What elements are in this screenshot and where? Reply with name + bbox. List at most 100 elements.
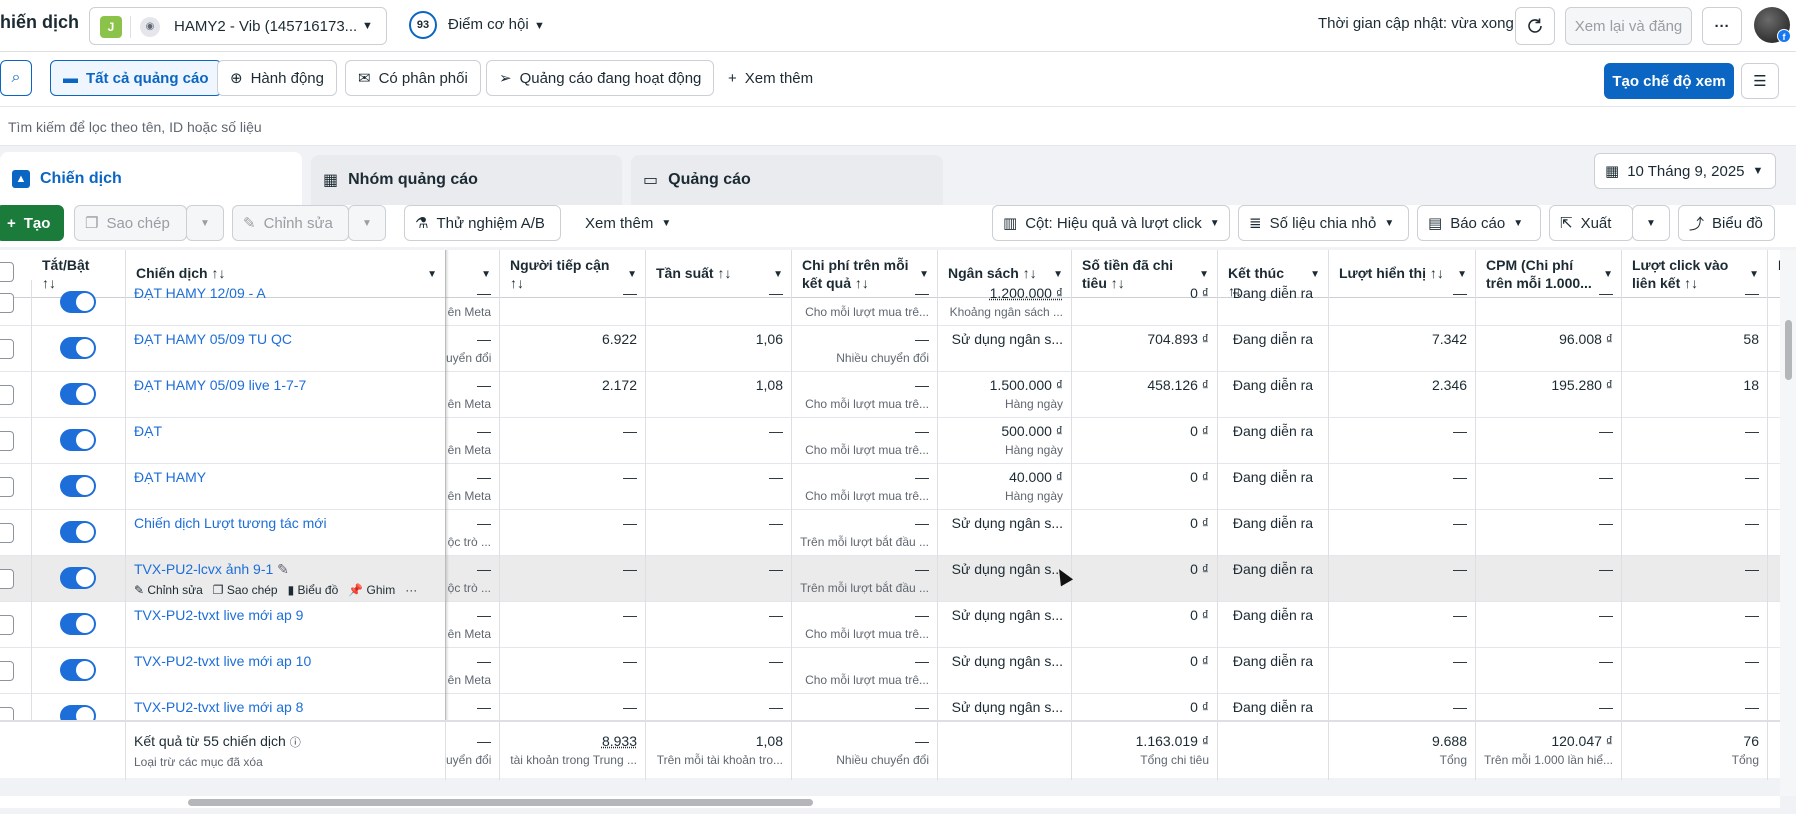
- vertical-scrollbar[interactable]: [1780, 250, 1796, 796]
- date-range-picker[interactable]: ▦ 10 Tháng 9, 2025 ▼: [1594, 153, 1776, 189]
- campaign-name-link[interactable]: ĐẠT HAMY 12/09 - A: [134, 284, 437, 302]
- columns-button[interactable]: ▥ Cột: Hiệu quả và lượt click ▼: [992, 205, 1230, 241]
- campaign-name-link[interactable]: ĐẠT HAMY 05/09 live 1-7-7: [134, 376, 437, 394]
- totals-budget: [938, 722, 1072, 780]
- charts-button[interactable]: ⤴ Biểu đồ: [1678, 205, 1775, 241]
- duplicate-button[interactable]: ❐ Sao chép: [74, 205, 187, 241]
- cell-ends: Đang diễn ra: [1218, 694, 1329, 720]
- table-row[interactable]: Chiến dịch Lượt tương tác mới — ộc trò ...…: [0, 510, 1780, 556]
- filter-all-ads[interactable]: ▬ Tất cả quảng cáo: [50, 60, 222, 96]
- row-checkbox[interactable]: [0, 523, 14, 543]
- tab-campaigns[interactable]: ▲ Chiến dịch: [0, 152, 302, 205]
- view-settings-button[interactable]: ☰: [1741, 63, 1779, 99]
- row-checkbox[interactable]: [0, 293, 14, 313]
- campaign-toggle[interactable]: [60, 429, 96, 451]
- row-checkbox[interactable]: [0, 385, 14, 405]
- table-row[interactable]: ĐẠT HAMY 12/09 - A — ên Meta — — — Cho mỗi lượ…: [0, 280, 1780, 326]
- campaign-name-link[interactable]: TVX-PU2-tvxt live mới ap 8: [134, 698, 437, 716]
- table-row[interactable]: TVX-PU2-tvxt live mới ap 9 — ên Meta — — — Cho…: [0, 602, 1780, 648]
- campaigns-table: Tắt/Bật ↑↓ Chiến dịch ↑↓ ▼ ▼ Người tiếp c…: [0, 250, 1780, 720]
- table-row[interactable]: TVX-PU2-tvxt live mới ap 10 — ên Meta — — — Ch…: [0, 648, 1780, 694]
- tab-ad-sets[interactable]: ▦ Nhóm quảng cáo: [311, 155, 622, 205]
- review-publish-button[interactable]: Xem lại và đăng: [1565, 7, 1692, 45]
- edit-button[interactable]: ✎ Chỉnh sửa: [232, 205, 349, 241]
- select-all-checkbox[interactable]: [0, 262, 14, 282]
- create-button[interactable]: + Tạo: [0, 205, 64, 241]
- campaign-toggle[interactable]: [60, 291, 96, 313]
- horizontal-scroll-thumb[interactable]: [188, 799, 813, 806]
- export-dropdown[interactable]: ▼: [1632, 205, 1670, 241]
- opportunity-score-badge[interactable]: 93: [409, 11, 437, 39]
- more-options-button[interactable]: ···: [1702, 7, 1742, 45]
- row-checkbox[interactable]: [0, 707, 14, 720]
- search-input[interactable]: [8, 115, 1708, 139]
- campaign-toggle[interactable]: [60, 475, 96, 497]
- campaign-name-link[interactable]: ĐẠT HAMY: [134, 468, 437, 486]
- export-button[interactable]: ⇱ Xuất: [1549, 205, 1633, 241]
- cell-frequency: —: [646, 418, 792, 464]
- campaign-toggle[interactable]: [60, 337, 96, 359]
- totals-spent: 1.163.019 ₫ Tổng chi tiêu: [1072, 722, 1218, 780]
- campaign-toggle[interactable]: [60, 567, 96, 589]
- campaign-name-link[interactable]: Chiến dịch Lượt tương tác mới: [134, 514, 437, 532]
- cell-cost-per-result-sub: Trên mỗi lượt bắt đầu ...: [800, 535, 929, 549]
- campaign-toggle[interactable]: [60, 705, 96, 720]
- vertical-scroll-thumb[interactable]: [1785, 320, 1792, 380]
- horizontal-scrollbar[interactable]: [0, 796, 1780, 808]
- breakdown-label: Số liệu chia nhỏ: [1269, 214, 1377, 232]
- table-row[interactable]: ĐẠT HAMY 05/09 live 1-7-7 — ên Meta 2.172 1,…: [0, 372, 1780, 418]
- cell-budget: 500.000 ₫ Hàng ngày: [938, 418, 1072, 464]
- row-pin-action[interactable]: 📌 Ghim: [348, 583, 395, 597]
- table-row[interactable]: TVX-PU2-tvxt live mới ap 8 — — — — Sử dụng ng…: [0, 694, 1780, 720]
- row-duplicate-action[interactable]: ❐ Sao chép: [213, 583, 278, 597]
- info-icon[interactable]: ⓘ: [290, 737, 301, 749]
- campaign-name-link[interactable]: ĐẠT HAMY 05/09 TU QC: [134, 330, 437, 348]
- table-row[interactable]: ĐẠT HAMY — ên Meta — — — Cho mỗi lượt mua trê.…: [0, 464, 1780, 510]
- row-checkbox[interactable]: [0, 431, 14, 451]
- ab-test-button[interactable]: ⚗ Thử nghiệm A/B: [404, 205, 561, 241]
- row-checkbox[interactable]: [0, 477, 14, 497]
- tab-ads[interactable]: ▭ Quảng cáo: [631, 155, 943, 205]
- campaign-name-link[interactable]: TVX-PU2-lcvx ảnh 9-1 ✎: [134, 560, 437, 578]
- campaign-name-link[interactable]: TVX-PU2-tvxt live mới ap 9: [134, 606, 437, 624]
- cell-amount-spent: 0 ₫: [1072, 694, 1218, 720]
- table-row[interactable]: TVX-PU2-lcvx ảnh 9-1 ✎ ✎ Chỉnh sửa ❐ Sao c…: [0, 556, 1780, 602]
- totals-reach-value: 8.933: [601, 733, 637, 749]
- breakdown-button[interactable]: ≣ Số liệu chia nhỏ ▼: [1238, 205, 1409, 241]
- row-edit-action[interactable]: ✎ Chỉnh sửa: [134, 583, 203, 597]
- opportunity-score-label[interactable]: Điểm cơ hội: [448, 16, 529, 33]
- more-actions-button[interactable]: Xem thêm ▼: [575, 205, 675, 241]
- row-checkbox[interactable]: [0, 569, 14, 589]
- edit-dropdown[interactable]: ▼: [348, 205, 386, 241]
- grid-icon: ▦: [323, 172, 339, 189]
- table-row[interactable]: ĐẠT HAMY 05/09 TU QC — uyển đổi 6.922 1,06 — N…: [0, 326, 1780, 372]
- reports-button[interactable]: ▤ Báo cáo ▼: [1417, 205, 1541, 241]
- refresh-button[interactable]: [1515, 7, 1555, 45]
- campaign-toggle[interactable]: [60, 521, 96, 543]
- duplicate-dropdown[interactable]: ▼: [186, 205, 224, 241]
- filter-active-ads[interactable]: ➢ Quảng cáo đang hoạt động: [486, 60, 715, 96]
- cell-cpm: —: [1476, 418, 1622, 464]
- pencil-icon[interactable]: ✎: [273, 561, 289, 577]
- campaign-toggle[interactable]: [60, 383, 96, 405]
- table-row[interactable]: ĐẠT — ên Meta — — — Cho mỗi lượt mua trê... 500…: [0, 418, 1780, 464]
- campaign-name-link[interactable]: TVX-PU2-tvxt live mới ap 10: [134, 652, 437, 670]
- create-view-button[interactable]: Tạo chế độ xem: [1604, 63, 1734, 99]
- row-checkbox[interactable]: [0, 615, 14, 635]
- chevron-down-icon[interactable]: ▼: [534, 20, 545, 32]
- row-more-action[interactable]: ···: [405, 583, 417, 597]
- filter-see-more[interactable]: + Xem thêm: [716, 60, 825, 96]
- filter-delivery[interactable]: ✉ Có phân phối: [345, 60, 481, 96]
- row-chart-action[interactable]: ▮ Biểu đồ: [288, 583, 339, 597]
- cell-link-clicks-value: —: [1745, 607, 1759, 623]
- row-checkbox[interactable]: [0, 339, 14, 359]
- account-selector[interactable]: J ◉ HAMY2 - Vib (145716173... ▼: [89, 7, 387, 45]
- cell-campaign-name: TVX-PU2-lcvx ảnh 9-1 ✎ ✎ Chỉnh sửa ❐ Sao c…: [126, 556, 446, 602]
- filter-actions[interactable]: ⊕ Hành động: [217, 60, 337, 96]
- campaign-toggle[interactable]: [60, 613, 96, 635]
- campaign-toggle[interactable]: [60, 659, 96, 681]
- campaign-name-link[interactable]: ĐẠT: [134, 422, 437, 440]
- row-checkbox[interactable]: [0, 661, 14, 681]
- cell-select: [0, 280, 32, 326]
- search-icon[interactable]: ⌕: [0, 60, 32, 96]
